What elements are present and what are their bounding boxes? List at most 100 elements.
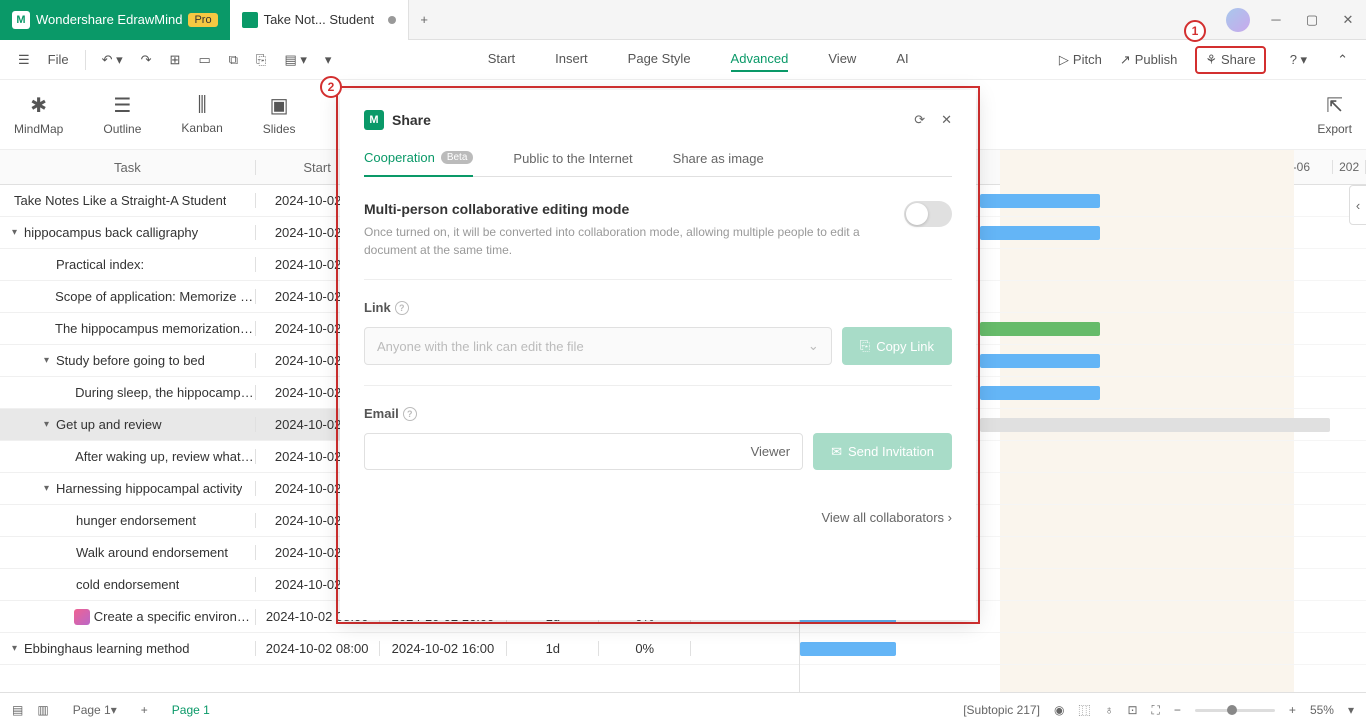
- refresh-icon[interactable]: ⟳: [914, 112, 925, 128]
- add-page-button[interactable]: +: [141, 703, 148, 717]
- expand-chevron-icon[interactable]: ▾: [44, 483, 56, 494]
- tool-1-icon[interactable]: ⊞: [164, 48, 187, 72]
- close-modal-button[interactable]: ✕: [941, 112, 952, 128]
- slides-icon: ▣: [270, 93, 289, 118]
- mindmap-icon: ✱: [30, 93, 47, 118]
- minimize-button[interactable]: ─: [1258, 5, 1294, 35]
- expand-chevron-icon[interactable]: ▾: [12, 227, 24, 238]
- tool-5-icon[interactable]: ▤ ▾: [278, 48, 312, 72]
- publish-button[interactable]: ↗ Publish: [1120, 52, 1178, 68]
- copy-icon: ⎘: [860, 338, 870, 354]
- sb-view-3-icon[interactable]: ♁: [1104, 703, 1113, 717]
- gantt-bar[interactable]: [980, 226, 1100, 240]
- gantt-bar[interactable]: [980, 322, 1100, 336]
- collab-desc: Once turned on, it will be converted int…: [364, 223, 884, 259]
- email-input[interactable]: Viewer: [364, 433, 803, 470]
- viewer-dropdown[interactable]: Viewer: [751, 444, 791, 459]
- slides-view-button[interactable]: ▣Slides: [263, 93, 296, 136]
- tool-2-icon[interactable]: ▭: [192, 48, 216, 72]
- gantt-bar[interactable]: [980, 386, 1100, 400]
- tab-advanced[interactable]: Advanced: [731, 47, 789, 72]
- tab-view[interactable]: View: [828, 47, 856, 72]
- doc-icon: [242, 12, 258, 28]
- chevron-down-icon[interactable]: ⌄: [808, 338, 819, 354]
- tab-ai[interactable]: AI: [896, 47, 908, 72]
- gantt-bar[interactable]: [800, 642, 896, 656]
- table-row[interactable]: ▾Ebbinghaus learning method2024-10-02 08…: [0, 633, 799, 665]
- sb-icon-1[interactable]: ▤: [12, 703, 23, 717]
- export-icon: ⇱: [1326, 93, 1343, 118]
- tab-start[interactable]: Start: [488, 47, 515, 72]
- link-label: Link ?: [364, 300, 952, 315]
- link-input[interactable]: Anyone with the link can edit the file ⌄: [364, 327, 832, 365]
- maximize-button[interactable]: ▢: [1294, 5, 1330, 35]
- redo-button[interactable]: ↷: [135, 48, 158, 72]
- outline-icon: ☰: [113, 93, 131, 118]
- gantt-row: [800, 633, 1366, 665]
- sb-view-1-icon[interactable]: ◉: [1054, 703, 1064, 717]
- collab-toggle[interactable]: [904, 201, 952, 227]
- tab-cooperation[interactable]: Cooperation Beta: [364, 150, 473, 177]
- task-label: Harnessing hippocampal activity: [56, 481, 242, 496]
- expand-chevron-icon[interactable]: ▾: [44, 355, 56, 366]
- subtopic-status: [Subtopic 217]: [963, 703, 1040, 717]
- callout-2: 2: [320, 76, 342, 98]
- file-menu[interactable]: File: [42, 48, 75, 71]
- zoom-slider[interactable]: [1195, 709, 1275, 712]
- gantt-bar[interactable]: [980, 194, 1100, 208]
- gantt-bar[interactable]: [980, 418, 1330, 432]
- collapse-ribbon-icon[interactable]: ⌃: [1331, 48, 1354, 72]
- new-tab-button[interactable]: +: [409, 0, 439, 40]
- help-icon[interactable]: ?: [403, 407, 417, 421]
- view-all-collaborators[interactable]: View all collaborators ›: [364, 510, 952, 525]
- sb-view-4-icon[interactable]: ⊡: [1127, 703, 1137, 717]
- tool-3-icon[interactable]: ⧉: [223, 48, 244, 72]
- sb-view-2-icon[interactable]: ⿲: [1078, 702, 1090, 719]
- task-label: Scope of application: Memorize all t...: [55, 289, 255, 304]
- task-label: cold endorsement: [76, 577, 179, 592]
- task-label: Study before going to bed: [56, 353, 205, 368]
- task-label: Ebbinghaus learning method: [24, 641, 190, 656]
- gantt-bar[interactable]: [980, 354, 1100, 368]
- send-icon: ✉: [831, 444, 842, 460]
- kanban-view-button[interactable]: ⫼Kanban: [181, 94, 222, 135]
- pitch-button[interactable]: ▷ Pitch: [1059, 52, 1102, 68]
- gantt-date: 202: [1333, 160, 1366, 174]
- task-label: The hippocampus memorization me...: [55, 321, 255, 336]
- share-modal: M Share ⟳ ✕ Cooperation Beta Public to t…: [340, 90, 976, 620]
- sb-icon-2[interactable]: ▥: [37, 703, 48, 717]
- tab-public[interactable]: Public to the Internet: [513, 150, 632, 176]
- menu-tabs: Start Insert Page Style Advanced View AI: [343, 47, 1053, 72]
- page-nav[interactable]: Page 1 ▾: [63, 699, 127, 721]
- undo-button[interactable]: ↶ ▾: [96, 48, 129, 72]
- tab-insert[interactable]: Insert: [555, 47, 588, 72]
- tab-share-image[interactable]: Share as image: [673, 150, 764, 176]
- zoom-level: 55%: [1310, 703, 1334, 717]
- export-button[interactable]: ⇱Export: [1317, 93, 1352, 136]
- doc-title: Take Not... Student: [264, 12, 375, 27]
- zoom-out-button[interactable]: −: [1174, 703, 1181, 717]
- send-invitation-button[interactable]: ✉ Send Invitation: [813, 433, 952, 470]
- tab-page-style[interactable]: Page Style: [628, 47, 691, 72]
- page-tab-1[interactable]: Page 1: [162, 699, 220, 721]
- menu-icon[interactable]: ☰: [12, 48, 36, 72]
- tool-4-icon[interactable]: ⎘: [250, 48, 272, 72]
- mindmap-view-button[interactable]: ✱MindMap: [14, 93, 63, 136]
- expand-chevron-icon[interactable]: ▾: [44, 419, 56, 430]
- help-icon[interactable]: ?: [395, 301, 409, 315]
- help-icon[interactable]: ? ▾: [1284, 48, 1313, 72]
- zoom-in-button[interactable]: +: [1289, 703, 1296, 717]
- col-task-header: Task: [0, 160, 256, 175]
- close-button[interactable]: ✕: [1330, 5, 1366, 35]
- zoom-dropdown[interactable]: ▾: [1348, 703, 1354, 717]
- outline-view-button[interactable]: ☰Outline: [103, 93, 141, 136]
- expand-chevron-icon[interactable]: ▾: [12, 643, 24, 654]
- sb-view-5-icon[interactable]: ⛶: [1152, 703, 1160, 718]
- avatar[interactable]: [1226, 8, 1250, 32]
- share-button[interactable]: ⚘ Share: [1195, 46, 1265, 74]
- document-tab[interactable]: Take Not... Student: [230, 0, 410, 40]
- copy-link-button[interactable]: ⎘ Copy Link: [842, 327, 952, 365]
- tool-6-icon[interactable]: ▾: [319, 48, 338, 72]
- task-icon: [74, 609, 90, 625]
- collapse-gantt-button[interactable]: ‹: [1349, 185, 1366, 225]
